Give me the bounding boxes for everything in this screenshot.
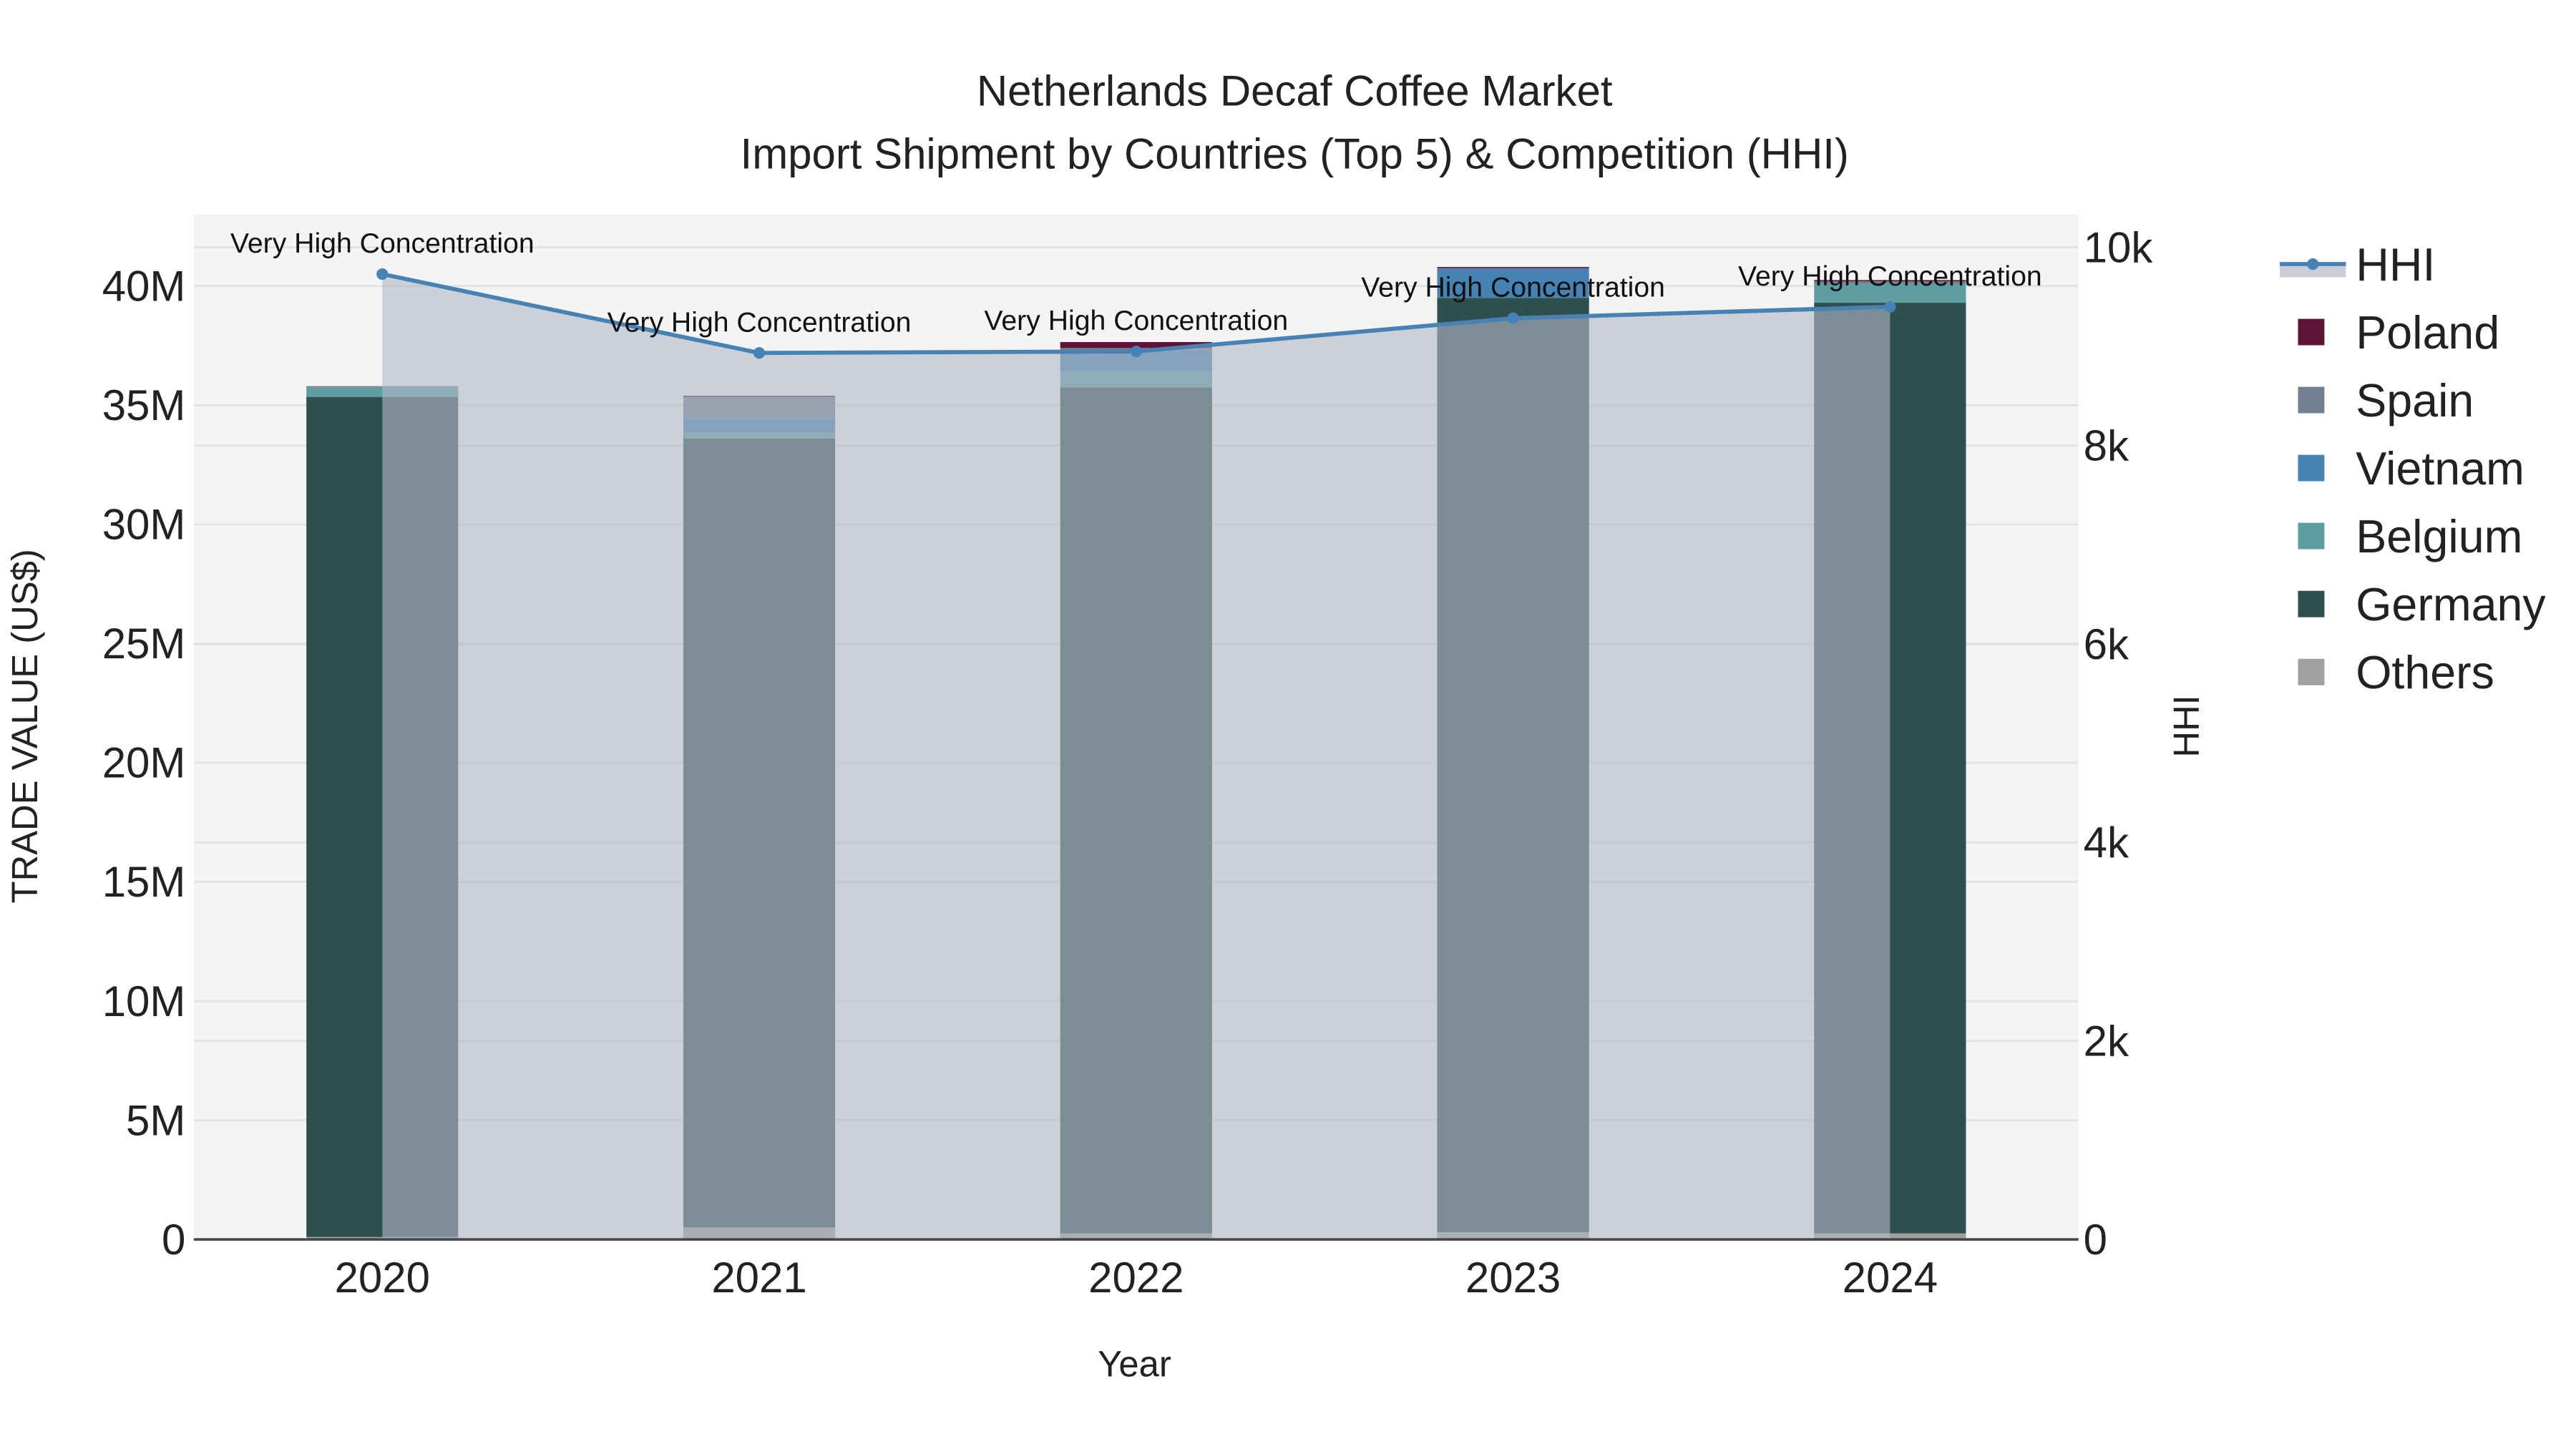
y2-tick-label: 4k (2084, 819, 2129, 867)
legend-swatch-germany (2298, 590, 2325, 618)
y-axis-title: TRADE VALUE (US$) (4, 549, 45, 903)
chart-title: Netherlands Decaf Coffee Market (977, 67, 1613, 115)
hhi-point-2022 (1130, 346, 1142, 358)
y2-axis-title: HHI (2166, 695, 2207, 757)
hhi-point-2021 (753, 347, 766, 359)
y-tick-label: 35M (102, 381, 186, 429)
legend-swatch-spain (2298, 386, 2325, 414)
hhi-annotation: Very High Concentration (1361, 273, 1665, 303)
x-tick-label: 2021 (711, 1254, 806, 1302)
y2-tick-label: 8k (2084, 422, 2129, 470)
x-tick-label: 2022 (1088, 1254, 1184, 1302)
hhi-annotation: Very High Concentration (230, 228, 535, 259)
y-tick-label: 5M (126, 1096, 185, 1144)
bar-poland-2023 (1437, 267, 1589, 268)
legend-swatch-others (2298, 658, 2325, 686)
y-tick-label: 30M (102, 501, 186, 549)
y2-tick-label: 6k (2084, 620, 2129, 668)
y-tick-label: 40M (102, 263, 186, 311)
chart-subtitle: Import Shipment by Countries (Top 5) & C… (741, 130, 1849, 177)
legend-label-vietnam: Vietnam (2356, 443, 2524, 494)
legend-hhi-marker-icon (2307, 258, 2319, 270)
y-tick-label: 10M (102, 977, 186, 1025)
x-tick-label: 2024 (1843, 1254, 1938, 1302)
x-axis-title: Year (1098, 1344, 1171, 1385)
x-tick-label: 2020 (335, 1254, 430, 1302)
y-tick-label: 15M (102, 858, 186, 906)
legend-label-poland: Poland (2356, 307, 2499, 358)
hhi-point-2023 (1507, 312, 1519, 324)
hhi-point-2020 (376, 268, 389, 280)
legend-label-spain: Spain (2356, 375, 2474, 426)
y2-tick-label: 0 (2084, 1216, 2107, 1264)
y2-tick-label: 2k (2084, 1018, 2129, 1065)
legend-swatch-vietnam (2298, 454, 2325, 482)
x-tick-label: 2023 (1465, 1254, 1561, 1302)
legend-label-others: Others (2356, 647, 2494, 698)
chart: Netherlands Decaf Coffee Market Import S… (4, 67, 2547, 1385)
y-tick-label: 25M (102, 620, 186, 668)
legend-label-belgium: Belgium (2356, 511, 2522, 562)
legend-swatch-belgium (2298, 522, 2325, 550)
hhi-annotation: Very High Concentration (984, 306, 1288, 336)
legend-label-germany: Germany (2356, 579, 2546, 630)
hhi-annotation: Very High Concentration (1738, 261, 2042, 292)
hhi-area-fill (382, 274, 1890, 1240)
legend-swatch-poland (2298, 318, 2325, 346)
y2-tick-label: 10k (2084, 223, 2154, 271)
hhi-annotation: Very High Concentration (608, 307, 912, 338)
y-tick-label: 0 (162, 1216, 185, 1264)
legend-label-hhi: HHI (2356, 239, 2435, 291)
y-tick-label: 20M (102, 739, 186, 787)
hhi-point-2024 (1884, 301, 1896, 313)
